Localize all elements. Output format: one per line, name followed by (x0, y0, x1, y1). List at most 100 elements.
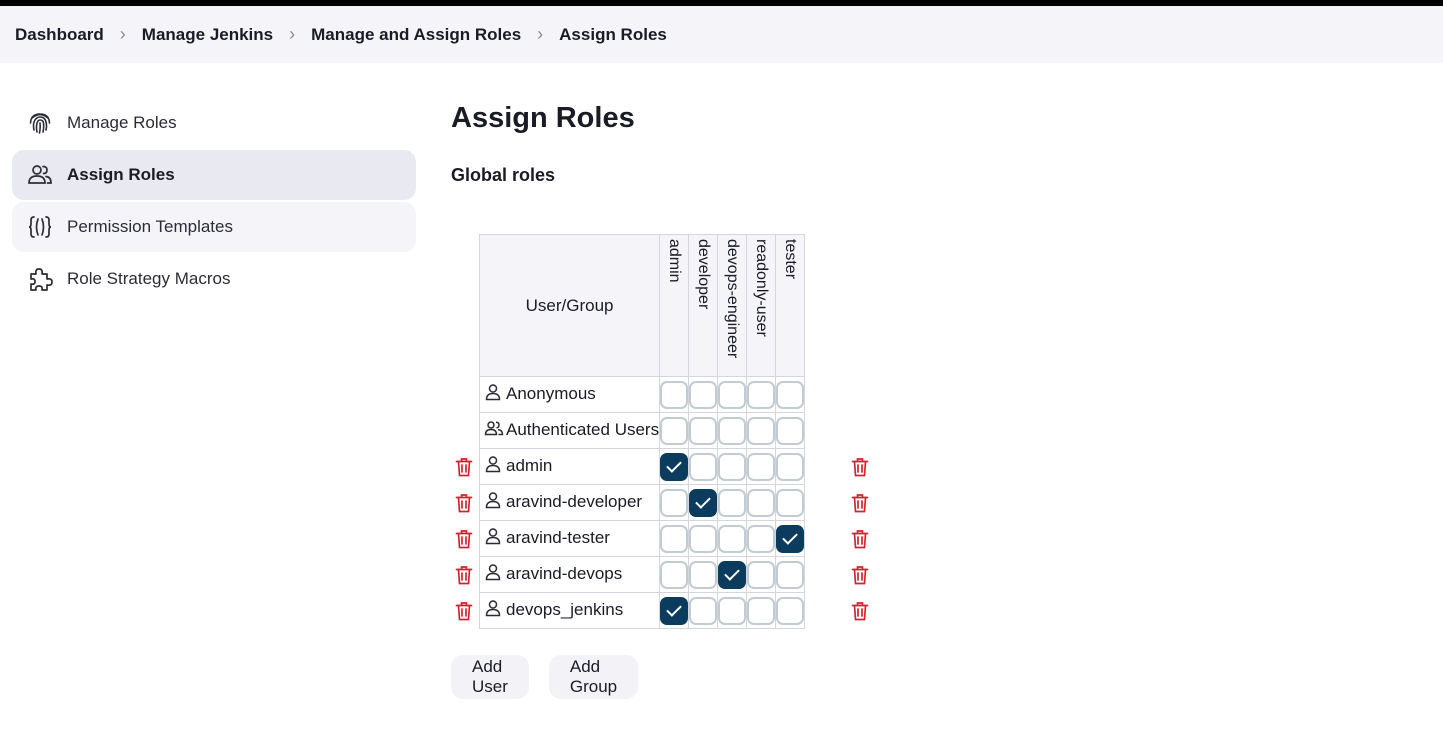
role-checkbox-admin[interactable] (660, 380, 689, 409)
table-row: Anonymous (478, 376, 806, 413)
add-group-button[interactable]: Add Group (548, 655, 639, 699)
role-checkbox-readonly-user[interactable] (747, 416, 776, 445)
role-cell (659, 520, 690, 557)
role-checkbox-devops-engineer[interactable] (718, 524, 747, 553)
delete-right-trash-icon[interactable] (851, 493, 871, 515)
role-cell (659, 412, 690, 449)
breadcrumb-manage-assign-roles[interactable]: Manage and Assign Roles (311, 25, 521, 45)
sidebar-item-manage-roles[interactable]: Manage Roles (12, 98, 416, 148)
column-header-role: admin (659, 234, 690, 377)
role-checkbox-readonly-user[interactable] (747, 488, 776, 517)
column-header-role: devops-engineer (717, 234, 748, 377)
user-icon (484, 383, 504, 406)
role-checkbox-readonly-user[interactable] (747, 380, 776, 409)
add-user-button[interactable]: Add User (451, 655, 529, 699)
role-cell (746, 412, 777, 449)
delete-left-trash-icon[interactable] (455, 565, 475, 587)
role-cell (688, 556, 719, 593)
role-checkbox-tester[interactable] (776, 416, 805, 445)
main-content: Assign Roles Global roles User/Group adm… (451, 98, 869, 699)
sidebar-item-label: Permission Templates (67, 217, 233, 236)
table-row: aravind-tester (478, 520, 806, 557)
role-cell (775, 484, 806, 521)
role-cell (717, 484, 748, 521)
delete-left-trash-icon[interactable] (455, 457, 475, 479)
role-checkbox-tester[interactable] (776, 380, 805, 409)
role-checkbox-devops-engineer[interactable] (718, 416, 747, 445)
sidebar-item-permission-templates[interactable]: Permission Templates (12, 202, 416, 252)
role-checkbox-admin[interactable] (660, 524, 689, 553)
role-cell (688, 448, 719, 485)
puzzle-icon (26, 265, 54, 293)
user-icon (484, 491, 504, 514)
role-checkbox-devops-engineer[interactable] (718, 596, 747, 625)
role-cell (659, 448, 690, 485)
role-checkbox-devops-engineer[interactable] (718, 560, 747, 589)
delete-right-trash-icon[interactable] (851, 601, 871, 623)
role-checkbox-developer[interactable] (689, 524, 718, 553)
role-cell (775, 556, 806, 593)
role-checkbox-developer[interactable] (689, 452, 718, 481)
role-checkbox-developer[interactable] (689, 596, 718, 625)
breadcrumb-manage-jenkins[interactable]: Manage Jenkins (142, 25, 273, 45)
role-cell (717, 376, 748, 413)
table-row: devops_jenkins (478, 592, 806, 629)
delete-right-trash-icon[interactable] (851, 457, 871, 479)
user-icon (484, 563, 504, 586)
breadcrumb-dashboard[interactable]: Dashboard (15, 25, 104, 45)
sidebar-item-label: Role Strategy Macros (67, 269, 231, 288)
button-row: Add User Add Group (451, 655, 639, 699)
role-cell (746, 484, 777, 521)
role-cell (688, 412, 719, 449)
group-icon (484, 419, 504, 442)
role-cell (688, 520, 719, 557)
breadcrumb-assign-roles[interactable]: Assign Roles (559, 25, 667, 45)
delete-right-trash-icon[interactable] (851, 529, 871, 551)
table-row: admin (478, 448, 806, 485)
role-checkbox-devops-engineer[interactable] (718, 488, 747, 517)
role-checkbox-admin[interactable] (660, 596, 689, 625)
role-cell (659, 592, 690, 629)
role-checkbox-readonly-user[interactable] (747, 452, 776, 481)
role-checkbox-tester[interactable] (776, 596, 805, 625)
delete-left-trash-icon[interactable] (455, 601, 475, 623)
user-icon (484, 455, 504, 478)
role-checkbox-developer[interactable] (689, 488, 718, 517)
role-checkbox-developer[interactable] (689, 380, 718, 409)
role-checkbox-admin[interactable] (660, 452, 689, 481)
role-checkbox-devops-engineer[interactable] (718, 452, 747, 481)
role-cell (775, 448, 806, 485)
role-checkbox-tester[interactable] (776, 524, 805, 553)
sidebar-item-role-strategy-macros[interactable]: Role Strategy Macros (12, 254, 416, 304)
column-header-user-group: User/Group (478, 234, 661, 377)
delete-right-trash-icon[interactable] (851, 565, 871, 587)
role-checkbox-readonly-user[interactable] (747, 596, 776, 625)
sidebar-item-assign-roles[interactable]: Assign Roles (12, 150, 416, 200)
user-group-cell: aravind-devops (478, 556, 661, 593)
role-checkbox-admin[interactable] (660, 488, 689, 517)
sidebar-item-label: Assign Roles (67, 165, 175, 184)
delete-left-trash-icon[interactable] (455, 493, 475, 515)
delete-left-trash-icon[interactable] (455, 529, 475, 551)
user-group-name: devops_jenkins (506, 599, 624, 619)
table-row: aravind-devops (478, 556, 806, 593)
role-checkbox-tester[interactable] (776, 560, 805, 589)
role-cell (775, 592, 806, 629)
chevron-right-icon: › (289, 24, 296, 44)
role-checkbox-admin[interactable] (660, 560, 689, 589)
chevron-right-icon: › (537, 24, 544, 44)
role-checkbox-readonly-user[interactable] (747, 560, 776, 589)
role-checkbox-devops-engineer[interactable] (718, 380, 747, 409)
role-cell (775, 520, 806, 557)
role-checkbox-admin[interactable] (660, 416, 689, 445)
role-checkbox-readonly-user[interactable] (747, 524, 776, 553)
role-cell (717, 592, 748, 629)
role-checkbox-developer[interactable] (689, 416, 718, 445)
role-cell (746, 520, 777, 557)
breadcrumb: Dashboard › Manage Jenkins › Manage and … (0, 6, 1443, 63)
role-checkbox-developer[interactable] (689, 560, 718, 589)
global-roles-table-wrap: User/Group admin developer devops-engine… (455, 234, 869, 629)
role-checkbox-tester[interactable] (776, 488, 805, 517)
role-checkbox-tester[interactable] (776, 452, 805, 481)
user-icon (484, 599, 504, 622)
